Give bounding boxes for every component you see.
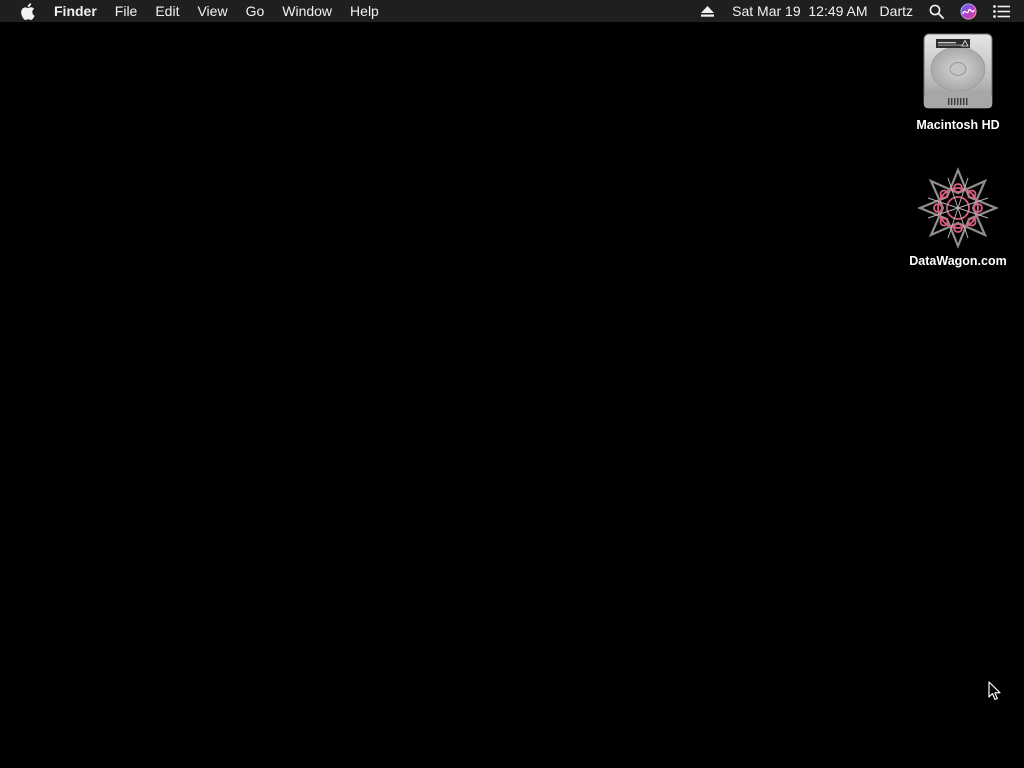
menu-help[interactable]: Help: [341, 0, 388, 22]
menu-window[interactable]: Window: [273, 0, 341, 22]
apple-menu-icon[interactable]: [18, 0, 36, 22]
desktop[interactable]: Finder File Edit View Go Window Help Sat…: [0, 0, 1024, 768]
siri-icon[interactable]: [954, 0, 987, 22]
hard-drive-icon: [916, 30, 1000, 114]
eject-icon[interactable]: [695, 0, 726, 22]
clock[interactable]: Sat Mar 19 12:49 AM: [726, 0, 873, 22]
notification-center-icon[interactable]: [987, 0, 1024, 22]
desktop-icon-datawagon[interactable]: DataWagon.com: [898, 166, 1018, 268]
menu-file[interactable]: File: [106, 0, 147, 22]
desktop-icon-label: Macintosh HD: [916, 118, 1000, 132]
menu-bar: Finder File Edit View Go Window Help Sat…: [0, 0, 1024, 22]
menu-go[interactable]: Go: [237, 0, 274, 22]
network-volume-icon: [916, 166, 1000, 250]
user-menu[interactable]: Dartz: [874, 0, 923, 22]
spotlight-search-icon[interactable]: [923, 0, 954, 22]
menu-bar-status-area: Sat Mar 19 12:49 AM Dartz: [695, 0, 1024, 22]
mouse-pointer-icon: [988, 681, 1002, 701]
menu-edit[interactable]: Edit: [146, 0, 188, 22]
desktop-icon-label: DataWagon.com: [909, 254, 1007, 268]
menu-view[interactable]: View: [188, 0, 236, 22]
desktop-icon-macintosh-hd[interactable]: Macintosh HD: [898, 30, 1018, 132]
app-menu-finder[interactable]: Finder: [52, 0, 106, 22]
menu-bar-left: Finder File Edit View Go Window Help: [0, 0, 388, 22]
